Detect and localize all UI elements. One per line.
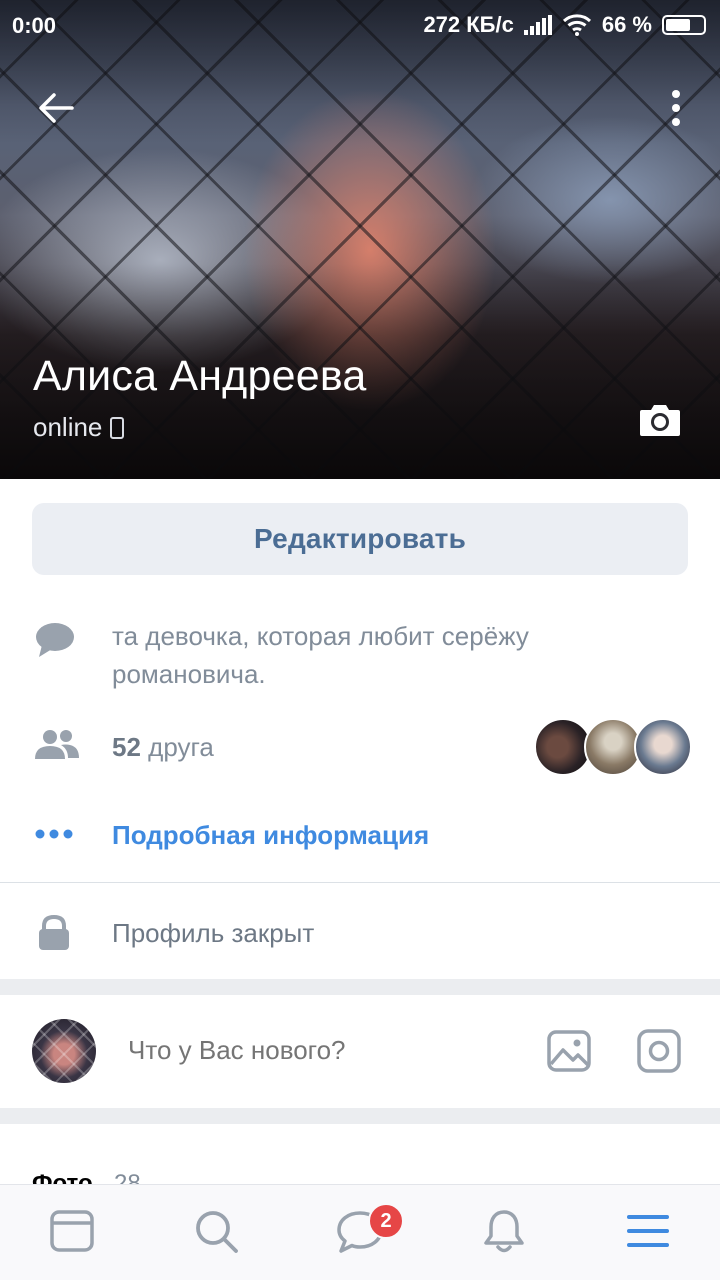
new-post-input[interactable] — [128, 1035, 463, 1066]
status-bar: 0:00 272 КБ/с 66 % — [0, 0, 720, 52]
wifi-icon — [562, 14, 591, 36]
signal-icon — [523, 15, 552, 35]
chat-bubble-icon — [36, 623, 74, 657]
profile-info-card: Редактировать та девочка, которая любит … — [0, 479, 720, 979]
menu-icon[interactable] — [624, 1207, 672, 1255]
profile-name: Алиса Андреева — [33, 352, 367, 400]
status-right: 272 КБ/с 66 % — [423, 12, 706, 38]
status-time: 0:00 — [12, 13, 57, 38]
online-label: online — [33, 412, 103, 442]
post-composer-card — [0, 995, 720, 1108]
edit-profile-button[interactable]: Редактировать — [32, 503, 688, 575]
friends-icon — [35, 730, 79, 759]
more-options-button[interactable] — [664, 86, 690, 130]
friends-count: 52 — [112, 732, 141, 762]
detailed-info-link[interactable]: Подробная информация — [112, 820, 429, 851]
profile-cover-photo[interactable] — [0, 0, 720, 479]
image-icon[interactable] — [546, 1028, 592, 1074]
divider — [0, 882, 720, 883]
friends-count-link[interactable]: 52 друга — [112, 732, 214, 763]
friend-avatars[interactable] — [534, 718, 694, 776]
bottom-tab-bar — [0, 1184, 720, 1280]
change-cover-button[interactable] — [638, 402, 682, 438]
search-icon[interactable] — [192, 1207, 240, 1255]
friend-avatar — [634, 718, 692, 776]
profile-status-text: та девочка, которая любит серёжу романов… — [112, 621, 529, 689]
camera-icon — [640, 405, 680, 436]
notifications-icon[interactable] — [480, 1207, 528, 1255]
back-button[interactable] — [34, 86, 78, 130]
battery-percent: 66 % — [601, 12, 652, 37]
battery-icon — [662, 15, 706, 35]
mobile-phone-icon — [110, 416, 125, 439]
battery-level — [666, 19, 690, 31]
cover-shade — [0, 0, 720, 479]
profile-closed-label: Профиль закрыт — [112, 918, 315, 948]
story-camera-icon[interactable] — [636, 1028, 682, 1074]
friends-word: друга — [148, 732, 214, 762]
lock-icon — [39, 915, 69, 950]
online-status: online — [33, 412, 125, 443]
more-horizontal-icon — [35, 829, 73, 839]
news-icon[interactable] — [48, 1207, 96, 1255]
avatar[interactable] — [32, 1019, 96, 1083]
arrow-left-icon — [39, 93, 74, 123]
network-speed: 272 КБ/с — [423, 12, 514, 37]
messages-badge: 2 — [368, 1203, 404, 1239]
